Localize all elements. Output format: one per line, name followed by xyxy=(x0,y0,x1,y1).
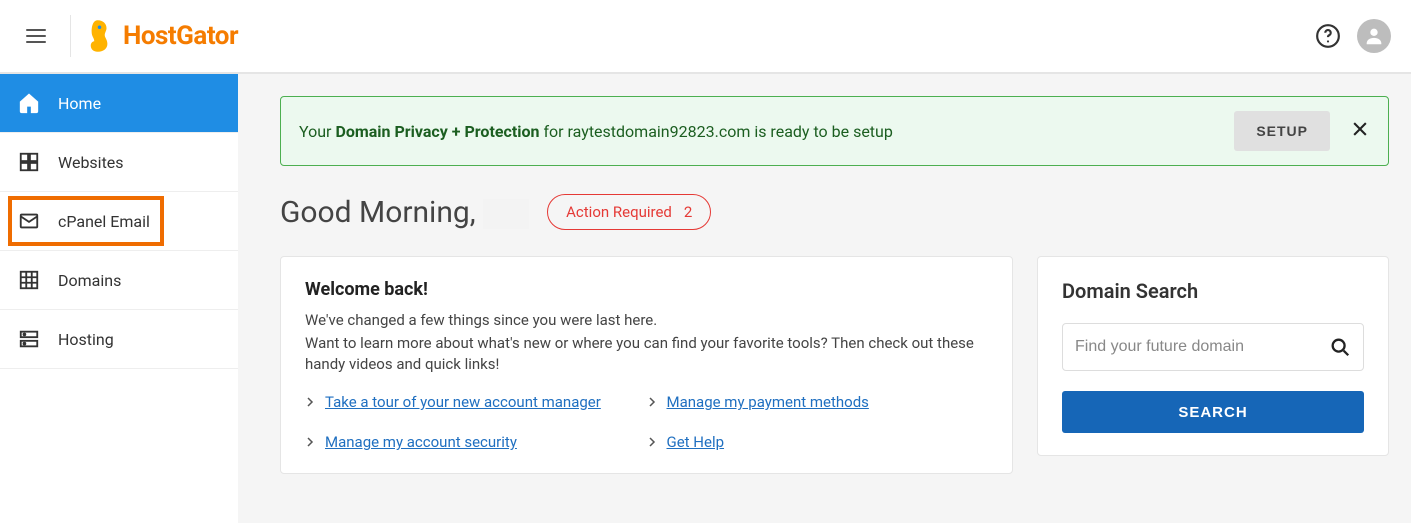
websites-icon xyxy=(18,151,40,173)
alert-prefix: Your xyxy=(299,122,335,141)
account-button[interactable] xyxy=(1357,19,1391,53)
welcome-card: Welcome back! We've changed a few things… xyxy=(280,256,1013,474)
sidebar-item-domains[interactable]: Domains xyxy=(0,251,238,310)
link-get-help[interactable]: Get Help xyxy=(647,433,989,451)
greeting-row: Good Morning, Action Required 2 xyxy=(280,194,1389,230)
main-content: Your Domain Privacy + Protection for ray… xyxy=(238,74,1411,523)
app-body: Home Websites cPanel Email Domains Hosti… xyxy=(0,74,1411,523)
domain-search-title: Domain Search xyxy=(1062,279,1364,303)
divider xyxy=(70,15,71,57)
link-payment-methods[interactable]: Manage my payment methods xyxy=(647,393,989,411)
sidebar: Home Websites cPanel Email Domains Hosti… xyxy=(0,74,238,523)
welcome-line2: Want to learn more about what's new or w… xyxy=(305,333,988,375)
sidebar-item-label: cPanel Email xyxy=(58,212,150,231)
home-icon xyxy=(18,92,40,114)
link-label: Manage my account security xyxy=(325,433,517,451)
header-right xyxy=(1313,19,1391,53)
chevron-right-icon xyxy=(305,397,315,407)
app-header: HostGator xyxy=(0,0,1411,74)
hosting-icon xyxy=(18,328,40,350)
quick-links: Take a tour of your new account manager … xyxy=(305,393,988,451)
email-icon xyxy=(18,210,40,232)
alert-suffix: for raytestdomain92823.com is ready to b… xyxy=(540,122,893,141)
sidebar-item-label: Hosting xyxy=(58,330,114,349)
greeting-name-redacted xyxy=(483,199,529,229)
link-label: Get Help xyxy=(667,433,725,451)
help-icon xyxy=(1315,23,1341,49)
sidebar-item-cpanel-email[interactable]: cPanel Email xyxy=(0,192,238,251)
greeting-label: Good Morning, xyxy=(280,195,476,230)
domains-icon xyxy=(18,269,40,291)
domain-search-card: Domain Search SEARCH xyxy=(1037,256,1389,456)
sidebar-item-hosting[interactable]: Hosting xyxy=(0,310,238,369)
help-button[interactable] xyxy=(1313,21,1343,51)
domain-search-button[interactable]: SEARCH xyxy=(1062,391,1364,433)
domain-search-field xyxy=(1062,323,1364,371)
link-account-security[interactable]: Manage my account security xyxy=(305,433,647,451)
greeting-text: Good Morning, xyxy=(280,195,529,230)
setup-alert: Your Domain Privacy + Protection for ray… xyxy=(280,96,1389,166)
close-icon xyxy=(1350,119,1370,139)
alert-close-button[interactable] xyxy=(1350,119,1370,143)
link-label: Take a tour of your new account manager xyxy=(325,393,601,411)
action-required-pill[interactable]: Action Required 2 xyxy=(547,194,711,230)
welcome-line1: We've changed a few things since you wer… xyxy=(305,310,988,331)
menu-toggle-button[interactable] xyxy=(20,23,52,49)
link-take-tour[interactable]: Take a tour of your new account manager xyxy=(305,393,647,411)
welcome-title: Welcome back! xyxy=(305,279,988,300)
sidebar-item-label: Domains xyxy=(58,271,121,290)
action-required-label: Action Required xyxy=(566,203,672,221)
search-icon xyxy=(1329,336,1351,358)
setup-button[interactable]: SETUP xyxy=(1234,111,1330,151)
link-label: Manage my payment methods xyxy=(667,393,869,411)
alert-bold: Domain Privacy + Protection xyxy=(335,122,539,141)
chevron-right-icon xyxy=(647,437,657,447)
alert-actions: SETUP xyxy=(1234,111,1370,151)
sidebar-item-websites[interactable]: Websites xyxy=(0,133,238,192)
brand-name: HostGator xyxy=(123,21,238,51)
chevron-right-icon xyxy=(647,397,657,407)
sidebar-item-home[interactable]: Home xyxy=(0,74,238,133)
action-required-count: 2 xyxy=(684,203,692,221)
sidebar-item-label: Home xyxy=(58,94,101,113)
brand-logo[interactable]: HostGator xyxy=(89,18,238,54)
header-left: HostGator xyxy=(20,15,238,57)
alert-text: Your Domain Privacy + Protection for ray… xyxy=(299,122,893,141)
person-icon xyxy=(1363,25,1385,47)
gator-icon xyxy=(89,18,117,54)
domain-search-input[interactable] xyxy=(1075,338,1329,356)
dashboard-columns: Welcome back! We've changed a few things… xyxy=(280,256,1389,474)
sidebar-item-label: Websites xyxy=(58,153,124,172)
chevron-right-icon xyxy=(305,437,315,447)
